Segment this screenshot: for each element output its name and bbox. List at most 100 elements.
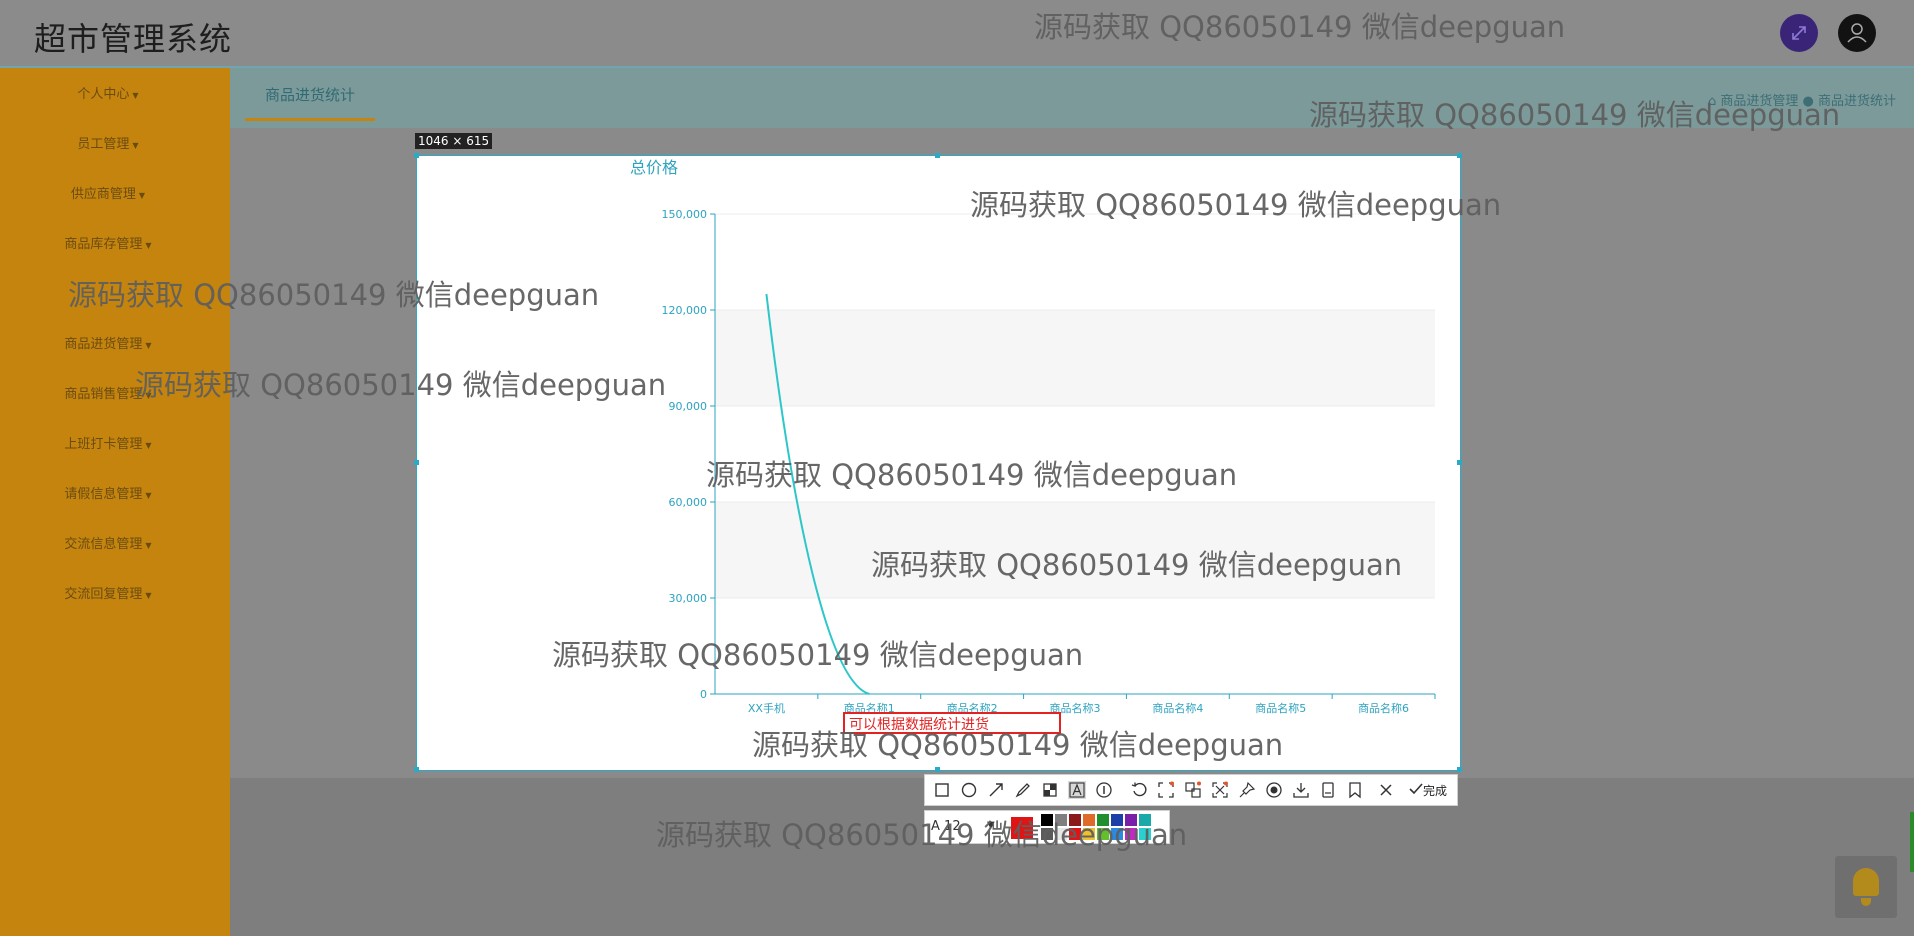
expand-icon	[1792, 26, 1806, 40]
top-header: 超市管理系统	[0, 0, 1914, 68]
caret-down-icon: ▼	[132, 141, 139, 150]
resize-handle[interactable]	[1457, 153, 1462, 158]
resize-handle[interactable]	[414, 767, 419, 772]
long-screenshot-tool[interactable]	[1319, 781, 1337, 799]
color-swatch[interactable]	[1083, 814, 1095, 826]
sidebar-item-label: 商品库存管理	[64, 237, 143, 252]
record-tool[interactable]	[1265, 781, 1283, 799]
caret-down-icon: ▼	[138, 191, 146, 200]
mosaic-tool[interactable]	[1041, 781, 1059, 799]
color-swatch[interactable]	[1139, 814, 1151, 826]
sidebar-item-label: 员工管理	[77, 137, 130, 152]
resize-handle[interactable]	[1457, 460, 1462, 465]
color-swatch[interactable]	[1097, 814, 1109, 826]
x-tick-label: 商品名称4	[1152, 701, 1203, 715]
translate-tool[interactable]	[1211, 781, 1229, 799]
circle-tool[interactable]	[960, 781, 978, 799]
resize-handle[interactable]	[414, 153, 419, 158]
sidebar-item-replies[interactable]: 交流回复管理 ▼	[0, 583, 216, 602]
y-tick-label: 150,000	[662, 208, 708, 221]
color-swatch[interactable]	[1111, 814, 1123, 826]
bookmark-icon	[1349, 782, 1361, 799]
serial-number-icon	[1096, 782, 1112, 798]
y-tick-label: 120,000	[662, 304, 708, 317]
user-avatar-button[interactable]	[1838, 14, 1876, 52]
text-icon	[1069, 782, 1085, 798]
pen-tool[interactable]	[1014, 781, 1032, 799]
color-swatch[interactable]	[1083, 828, 1095, 840]
text-tool[interactable]	[1068, 781, 1086, 799]
color-swatch[interactable]	[1111, 828, 1123, 840]
ocr-icon	[1185, 781, 1201, 798]
sidebar-item-employee[interactable]: 员工管理 ▼	[0, 133, 216, 152]
color-swatch[interactable]	[1055, 814, 1067, 826]
user-icon	[1847, 23, 1867, 43]
serial-number-tool[interactable]	[1095, 781, 1113, 799]
current-color	[1011, 817, 1033, 839]
chevron-down-icon[interactable]: ▼	[987, 820, 995, 831]
font-size-select[interactable]: A 12	[931, 819, 961, 834]
sidebar-item-personal-center[interactable]: 个人中心 ▼	[0, 83, 216, 102]
color-swatch[interactable]	[1125, 828, 1137, 840]
caret-down-icon: ▼	[145, 391, 152, 400]
scan-tool[interactable]	[1157, 781, 1175, 799]
fullscreen-button[interactable]	[1780, 14, 1818, 52]
color-swatch[interactable]	[1139, 828, 1151, 840]
sidebar-item-messages[interactable]: 交流信息管理 ▼	[0, 533, 216, 552]
sidebar-item-label: 上班打卡管理	[64, 437, 143, 452]
scan-icon	[1158, 781, 1174, 798]
annotation-text-box[interactable]: 可以根据数据统计进货	[843, 712, 1061, 734]
color-swatch[interactable]	[1069, 828, 1081, 840]
color-swatch[interactable]	[1055, 828, 1067, 840]
sidebar-item-sales[interactable]: 商品销售管理 ▼	[0, 383, 216, 402]
sidebar-item-inventory[interactable]: 商品库存管理 ▼	[0, 233, 216, 252]
resize-handle[interactable]	[935, 153, 940, 158]
cancel-capture-button[interactable]	[1377, 781, 1395, 799]
bell-clapper	[1861, 898, 1871, 906]
x-tick-label: 商品名称5	[1255, 701, 1306, 715]
capture-size-label: 1046 × 615	[415, 133, 493, 149]
sidebar-item-label: 交流回复管理	[64, 587, 143, 602]
app-title: 超市管理系统	[34, 20, 233, 58]
rectangle-tool[interactable]	[933, 781, 951, 799]
done-label: 完成	[1422, 784, 1447, 798]
arrow-tool[interactable]	[987, 781, 1005, 799]
tab-bar: 商品进货统计 ⌂ 商品进货管理 ● 商品进货统计	[230, 68, 1914, 128]
caret-down-icon: ▼	[132, 91, 139, 100]
sidebar-item-supplier[interactable]: 供应商管理 ▼	[0, 183, 216, 202]
grid-band	[715, 502, 1435, 598]
color-swatch[interactable]	[1097, 828, 1109, 840]
resize-handle[interactable]	[935, 767, 940, 772]
close-icon	[1380, 784, 1392, 796]
y-tick-label: 90,000	[669, 400, 708, 413]
circle-icon	[961, 782, 977, 798]
capture-region[interactable]: 0 30,000 60,000 90,000 120,000 150,000 XX手机 商品名…	[416, 155, 1461, 771]
bookmark-tool[interactable]	[1346, 781, 1364, 799]
chart-title: 总价格	[630, 158, 678, 177]
undo-tool[interactable]	[1130, 781, 1148, 799]
sidebar-item-label: 商品销售管理	[64, 387, 143, 402]
ocr-tool[interactable]	[1184, 781, 1202, 799]
download-icon	[1293, 783, 1309, 798]
color-swatch[interactable]	[1041, 814, 1053, 826]
mosaic-icon	[1043, 783, 1057, 797]
sidebar-item-purchase[interactable]: 商品进货管理 ▼	[0, 333, 216, 352]
notification-button[interactable]	[1835, 856, 1897, 918]
download-tool[interactable]	[1292, 781, 1310, 799]
pin-tool[interactable]	[1238, 781, 1256, 799]
x-tick-label: XX手机	[748, 701, 785, 715]
text-a-icon: A	[931, 819, 940, 834]
color-swatch[interactable]	[1041, 828, 1053, 840]
done-button[interactable]: 完成	[1409, 782, 1447, 799]
tab-purchase-statistics[interactable]: 商品进货统计	[245, 84, 375, 121]
sidebar-item-attendance[interactable]: 上班打卡管理 ▼	[0, 433, 216, 452]
resize-handle[interactable]	[414, 460, 419, 465]
color-swatch[interactable]	[1125, 814, 1137, 826]
check-icon	[1409, 783, 1423, 795]
sidebar-item-leave[interactable]: 请假信息管理 ▼	[0, 483, 216, 502]
color-swatch[interactable]	[1069, 814, 1081, 826]
sidebar-item-label: 个人中心	[77, 87, 130, 102]
sidebar-item-label: 供应商管理	[70, 187, 136, 202]
rectangle-icon	[935, 783, 949, 797]
resize-handle[interactable]	[1457, 767, 1462, 772]
